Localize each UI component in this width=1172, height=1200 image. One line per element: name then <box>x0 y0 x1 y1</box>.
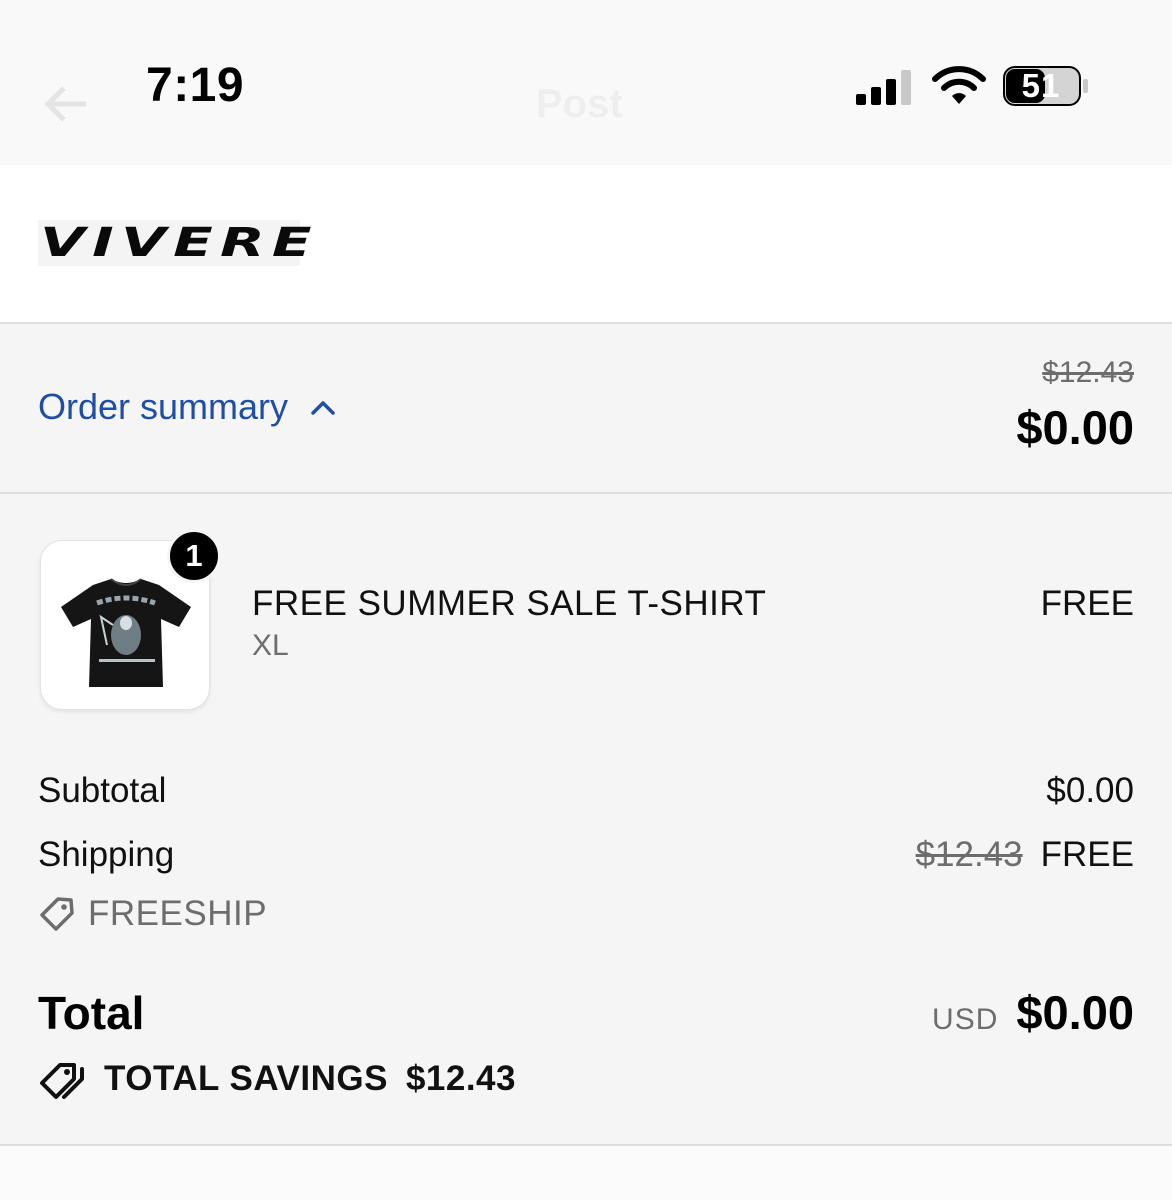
item-variant: XL <box>252 629 289 662</box>
store-logo[interactable]: VIVERE <box>40 220 319 266</box>
back-arrow-icon <box>44 86 86 122</box>
wifi-icon <box>932 66 986 104</box>
subtotal-label: Subtotal <box>38 771 167 810</box>
summary-total: $0.00 <box>1016 401 1134 454</box>
shipping-original-price: $12.43 <box>915 835 1023 874</box>
cellular-signal-icon <box>856 70 911 105</box>
order-summary-label: Order summary <box>38 386 289 427</box>
tags-icon <box>40 1063 84 1099</box>
footer-area <box>0 1146 1172 1200</box>
item-price: FREE <box>1040 584 1134 623</box>
shipping-value: FREE <box>1040 835 1134 874</box>
quantity-badge: 1 <box>167 529 221 583</box>
chevron-up-icon <box>311 401 335 415</box>
total-amount: $0.00 <box>1016 986 1134 1039</box>
total-value-row: USD $0.00 <box>932 985 1134 1040</box>
tag-icon <box>40 897 74 931</box>
shipping-value-row: $12.43 FREE <box>916 835 1134 875</box>
total-label: Total <box>38 987 145 1039</box>
order-summary-toggle[interactable]: Order summary <box>38 386 336 428</box>
ghost-page-title: Post <box>536 82 623 127</box>
status-bar: Post 7:19 51 <box>0 0 1172 165</box>
subtotal-value: $0.00 <box>1046 771 1134 810</box>
battery-level: 51 <box>1021 67 1061 104</box>
total-savings-amount: $12.43 <box>405 1059 516 1098</box>
total-savings-row: TOTAL SAVINGS $12.43 <box>38 1057 516 1101</box>
status-time: 7:19 <box>146 59 245 112</box>
currency-code: USD <box>932 1003 999 1036</box>
discount-code-row: FREESHIP <box>38 894 267 934</box>
item-name: FREE SUMMER SALE T-SHIRT <box>252 584 767 623</box>
shipping-label: Shipping <box>38 835 175 874</box>
summary-original-price: $12.43 <box>1042 356 1134 389</box>
total-savings-label: TOTAL SAVINGS <box>104 1059 388 1098</box>
discount-code: FREESHIP <box>88 894 268 933</box>
